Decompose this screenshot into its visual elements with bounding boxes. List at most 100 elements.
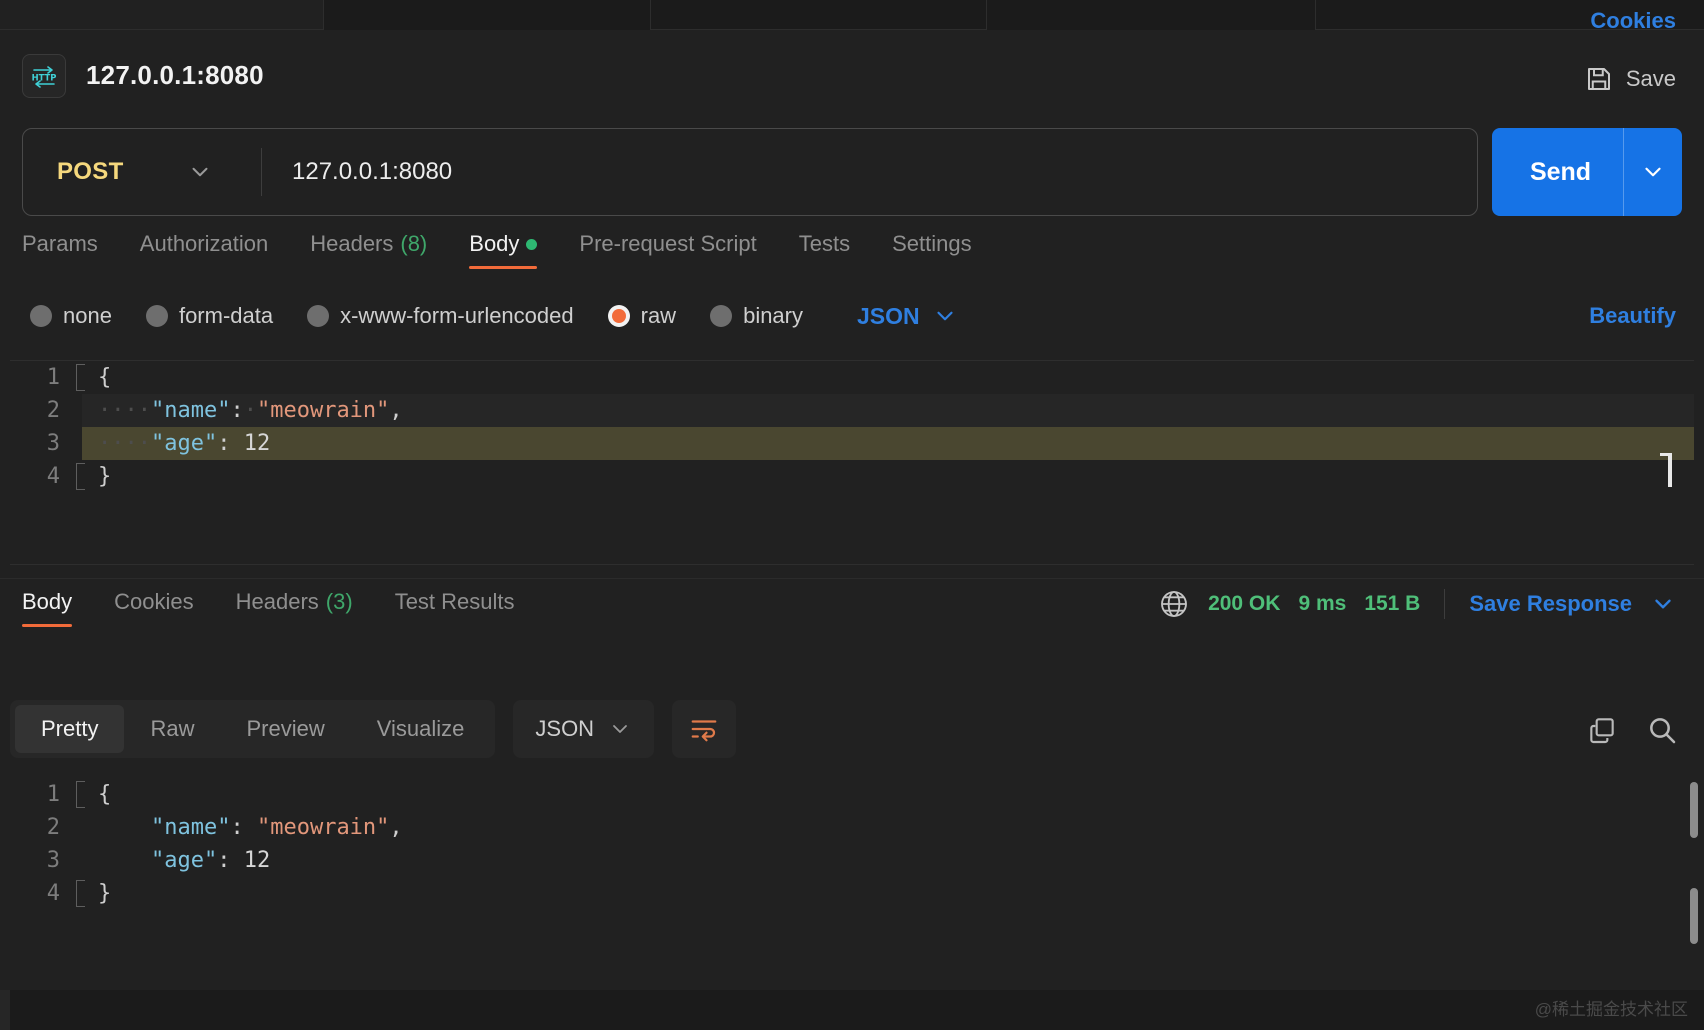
response-view-preview[interactable]: Preview — [220, 705, 350, 753]
body-type-none[interactable]: none — [30, 303, 112, 329]
save-response-chevron-icon[interactable] — [1650, 591, 1676, 617]
line-number: 3 — [10, 427, 82, 460]
wrap-lines-icon — [689, 714, 719, 744]
watermark: @稀土掘金技术社区 — [1535, 995, 1688, 1020]
code-token: : — [217, 848, 244, 873]
code-token: "meowrain" — [257, 398, 389, 423]
tab-response-cookies[interactable]: Cookies — [114, 589, 193, 627]
body-type-form-data[interactable]: form-data — [146, 303, 273, 329]
wrap-lines-button[interactable] — [672, 700, 736, 758]
request-code-area[interactable]: { ····"name":·"meowrain",····"age": 12} — [82, 361, 1694, 564]
line-number: 1 — [10, 361, 82, 394]
code-line[interactable]: "age": 12 — [82, 844, 1694, 877]
code-token: "name" — [151, 815, 230, 840]
body-type-label: binary — [743, 303, 803, 329]
tab-request-authorization[interactable]: Authorization — [140, 231, 268, 269]
response-view-switcher: PrettyRawPreviewVisualize — [10, 700, 495, 758]
tab-label: Headers — [310, 231, 393, 257]
tab-strip-segment[interactable] — [650, 0, 987, 30]
code-token: "age" — [151, 431, 217, 456]
tab-response-headers[interactable]: Headers(3) — [236, 589, 353, 627]
code-token: ···· — [98, 398, 151, 423]
body-type-label: raw — [641, 303, 676, 329]
url-bar: POST 127.0.0.1:8080 — [22, 128, 1478, 216]
response-meta: 200 OK 9 ms 151 B Save Response — [1158, 588, 1676, 620]
request-body-editor[interactable]: 1234 { ····"name":·"meowrain",····"age": … — [10, 360, 1694, 565]
tab-strip-segment-active[interactable] — [0, 0, 324, 30]
tab-label: Test Results — [395, 589, 515, 615]
response-scrollbar-bottom[interactable] — [1690, 888, 1698, 944]
raw-format-selector[interactable]: JSON — [857, 303, 958, 330]
code-line[interactable]: "name": "meowrain", — [82, 811, 1694, 844]
url-input[interactable]: 127.0.0.1:8080 — [262, 129, 1477, 215]
page-title: 127.0.0.1:8080 — [86, 60, 264, 91]
code-line[interactable]: } — [82, 877, 1694, 910]
code-token — [98, 815, 151, 840]
code-token: · — [244, 398, 257, 423]
tab-request-body[interactable]: Body — [469, 231, 537, 269]
beautify-button[interactable]: Beautify — [1589, 303, 1676, 329]
line-number: 4 — [10, 877, 82, 910]
tab-label: Pre-request Script — [579, 231, 756, 257]
code-token: } — [98, 464, 111, 489]
code-token: , — [389, 815, 402, 840]
response-format-selector[interactable]: JSON — [513, 700, 654, 758]
line-number: 4 — [10, 460, 82, 493]
code-token: 12 — [244, 848, 271, 873]
radio-icon — [146, 305, 168, 327]
tab-count: (8) — [400, 231, 427, 257]
svg-text:HTTP: HTTP — [32, 73, 57, 83]
save-icon — [1584, 64, 1614, 94]
code-token: : — [230, 815, 257, 840]
code-token: { — [98, 365, 111, 390]
tab-request-headers[interactable]: Headers (8) — [310, 231, 427, 269]
cookies-link[interactable]: Cookies — [1590, 8, 1676, 34]
tab-request-params[interactable]: Params — [22, 231, 98, 269]
radio-icon — [710, 305, 732, 327]
response-code-area: { "name": "meowrain", "age": 12} — [82, 778, 1694, 978]
body-type-x-www-form-urlencoded[interactable]: x-www-form-urlencoded — [307, 303, 574, 329]
tab-request-pre-request-script[interactable]: Pre-request Script — [579, 231, 756, 269]
method-label: POST — [57, 158, 124, 186]
request-line-numbers: 1234 — [10, 361, 82, 564]
divider — [1444, 589, 1445, 619]
body-type-raw[interactable]: raw — [608, 303, 676, 329]
response-scrollbar-top[interactable] — [1690, 782, 1698, 838]
copy-icon[interactable] — [1586, 714, 1618, 746]
save-button[interactable]: Save — [1584, 64, 1676, 94]
body-present-dot-icon — [526, 239, 537, 250]
tab-request-tests[interactable]: Tests — [799, 231, 850, 269]
code-line[interactable]: } — [82, 460, 1694, 493]
tab-label: Headers — [236, 589, 319, 615]
send-options-chevron-icon[interactable] — [1624, 159, 1682, 185]
method-selector[interactable]: POST — [23, 129, 261, 215]
tab-strip — [0, 0, 1704, 30]
code-line[interactable]: { — [82, 361, 1694, 394]
tab-response-test-results[interactable]: Test Results — [395, 589, 515, 627]
response-view-pretty[interactable]: Pretty — [15, 705, 124, 753]
code-line[interactable]: ····"age": 12 — [82, 427, 1694, 460]
save-response-button[interactable]: Save Response — [1469, 591, 1632, 617]
chevron-down-icon — [187, 159, 213, 185]
response-body-viewer[interactable]: 1234 { "name": "meowrain", "age": 12} — [10, 778, 1694, 978]
send-button[interactable]: Send — [1492, 128, 1682, 216]
code-line[interactable]: ····"name":·"meowrain", — [82, 394, 1694, 427]
radio-icon — [307, 305, 329, 327]
tab-request-settings[interactable]: Settings — [892, 231, 972, 269]
tab-label: Cookies — [114, 589, 193, 615]
response-view-raw[interactable]: Raw — [124, 705, 220, 753]
code-token: ···· — [98, 431, 151, 456]
body-type-label: x-www-form-urlencoded — [340, 303, 574, 329]
save-button-label: Save — [1626, 66, 1676, 92]
body-type-label: form-data — [179, 303, 273, 329]
body-type-binary[interactable]: binary — [710, 303, 803, 329]
url-input-value: 127.0.0.1:8080 — [292, 158, 452, 186]
code-line[interactable]: { — [82, 778, 1694, 811]
search-icon[interactable] — [1646, 714, 1678, 746]
raw-format-label: JSON — [857, 303, 920, 330]
radio-icon — [30, 305, 52, 327]
tab-response-body[interactable]: Body — [22, 589, 72, 627]
response-view-visualize[interactable]: Visualize — [351, 705, 491, 753]
status-bar — [0, 990, 1704, 1030]
tab-label: Params — [22, 231, 98, 257]
